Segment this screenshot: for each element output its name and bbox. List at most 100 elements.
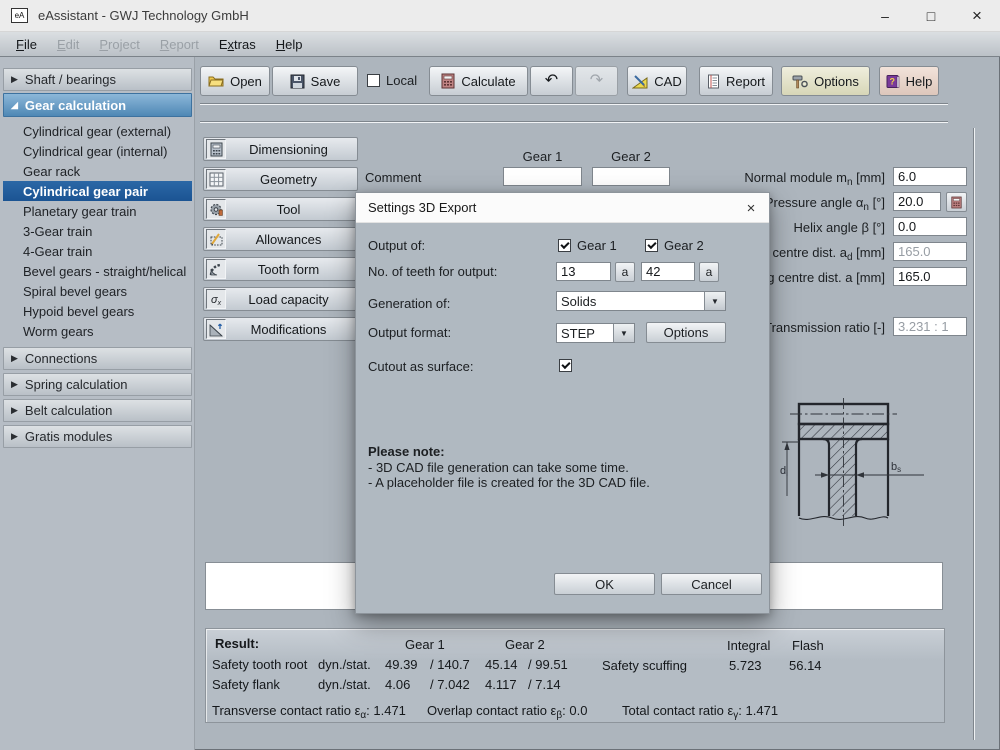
result-value: 5.723 — [729, 658, 762, 673]
sidebar-section-belt-calculation[interactable]: ▶ Belt calculation — [3, 399, 192, 422]
sidebar-section-connections[interactable]: ▶ Connections — [3, 347, 192, 370]
open-folder-icon — [208, 74, 224, 88]
teeth-gear1-input[interactable] — [556, 262, 611, 281]
calculator-icon — [951, 196, 962, 209]
help-button[interactable]: ? Help — [879, 66, 939, 96]
sidebar-section-spring-calculation[interactable]: ▶ Spring calculation — [3, 373, 192, 396]
cutout-as-surface-label: Cutout as surface: — [368, 359, 474, 374]
result-value: / 7.042 — [430, 677, 470, 692]
result-value: 56.14 — [789, 658, 822, 673]
chevron-right-icon: ▶ — [11, 431, 18, 442]
chevron-down-icon[interactable]: ▼ — [704, 292, 725, 310]
teeth-gear2-auto-button[interactable]: a — [699, 262, 719, 282]
note-line-1: - 3D CAD file generation can take some t… — [368, 460, 629, 475]
generation-dropdown[interactable]: Solids ▼ — [556, 291, 726, 311]
pressure-angle-calc-button[interactable] — [946, 192, 967, 212]
allowances-icon — [206, 229, 226, 249]
result-value: 4.06 — [385, 677, 410, 692]
cancel-button[interactable]: Cancel — [661, 573, 762, 595]
dialog-close-icon[interactable]: × — [733, 193, 769, 223]
sidebar-item-spiral-bevel-gears[interactable]: Spiral bevel gears — [3, 281, 192, 301]
result-value: / 7.14 — [528, 677, 561, 692]
sidebar-item-cylindrical-gear-pair[interactable]: Cylindrical gear pair — [3, 181, 192, 201]
chevron-right-icon: ▶ — [11, 353, 18, 364]
results-scuffing-label: Safety scuffing — [602, 658, 687, 673]
results-col-gear2: Gear 2 — [505, 637, 545, 652]
chevron-expanded-icon: ◢ — [11, 100, 18, 111]
pressure-angle-input[interactable] — [893, 192, 941, 211]
open-button[interactable]: Open — [200, 66, 270, 96]
sidebar-item-cylindrical-gear-internal[interactable]: Cylindrical gear (internal) — [3, 141, 192, 161]
results-col-integral: Integral — [727, 638, 770, 653]
chevron-down-icon[interactable]: ▼ — [613, 324, 634, 342]
report-button[interactable]: Report — [699, 66, 773, 96]
chevron-right-icon: ▶ — [11, 405, 18, 416]
teeth-gear2-input[interactable] — [641, 262, 695, 281]
menu-file[interactable]: File — [6, 35, 47, 54]
tool-button[interactable]: Tool — [203, 197, 358, 221]
format-options-button[interactable]: Options — [646, 322, 726, 343]
svg-text:σx: σx — [211, 294, 222, 307]
tool-gear-icon — [206, 199, 226, 219]
ok-button[interactable]: OK — [554, 573, 655, 595]
sidebar-section-gratis-modules[interactable]: ▶ Gratis modules — [3, 425, 192, 448]
sidebar-item-4-gear-train[interactable]: 4-Gear train — [3, 241, 192, 261]
sidebar-section-gear-calculation[interactable]: ◢ Gear calculation — [3, 93, 192, 117]
tooth-form-button[interactable]: Tooth form — [203, 257, 358, 281]
overlap-contact-ratio: Overlap contact ratio εβ: 0.0 — [427, 703, 587, 721]
menu-extras[interactable]: Extras — [209, 35, 266, 54]
dimension-bs-label: bs — [891, 461, 901, 474]
chevron-right-icon: ▶ — [11, 74, 18, 85]
teeth-output-label: No. of teeth for output: — [368, 264, 497, 279]
modifications-icon — [206, 319, 226, 339]
geometry-button[interactable]: Geometry — [203, 167, 358, 191]
normal-module-label: Normal module mn [mm] — [500, 170, 885, 188]
report-document-icon — [707, 74, 720, 89]
load-capacity-sigma-icon: σx — [206, 289, 226, 309]
normal-module-input[interactable] — [893, 167, 967, 186]
sidebar-item-3-gear-train[interactable]: 3-Gear train — [3, 221, 192, 241]
save-button[interactable]: Save — [272, 66, 358, 96]
cad-button[interactable]: CAD — [627, 66, 687, 96]
teeth-gear1-auto-button[interactable]: a — [615, 262, 635, 282]
results-row-label: Safety flank — [212, 677, 280, 692]
sidebar-item-worm-gears[interactable]: Worm gears — [3, 321, 192, 341]
undo-button[interactable]: ↶ — [530, 66, 573, 96]
working-centre-dist-input[interactable] — [893, 267, 967, 286]
sidebar-item-bevel-gears[interactable]: Bevel gears - straight/helical — [3, 261, 192, 281]
gear2-checkbox-label: Gear 2 — [664, 238, 704, 253]
gear1-checkbox[interactable] — [558, 239, 571, 252]
sidebar-item-cylindrical-gear-external[interactable]: Cylindrical gear (external) — [3, 121, 192, 141]
menu-help[interactable]: Help — [266, 35, 313, 54]
output-format-dropdown[interactable]: STEP ▼ — [556, 323, 635, 343]
maximize-button[interactable]: □ — [908, 0, 954, 32]
sidebar-item-hypoid-bevel-gears[interactable]: Hypoid bevel gears — [3, 301, 192, 321]
result-value: 49.39 — [385, 657, 418, 672]
menu-edit: Edit — [47, 35, 89, 54]
sidebar-section-shaft-bearings[interactable]: ▶ Shaft / bearings — [3, 68, 192, 91]
local-checkbox-label: Local — [386, 73, 417, 88]
allowances-button[interactable]: Allowances — [203, 227, 358, 251]
note-line-2: - A placeholder file is created for the … — [368, 475, 650, 490]
window-title: eAssistant - GWJ Technology GmbH — [38, 8, 249, 23]
total-contact-ratio: Total contact ratio εγ: 1.471 — [622, 703, 778, 721]
sidebar-item-planetary-gear-train[interactable]: Planetary gear train — [3, 201, 192, 221]
close-button[interactable]: × — [954, 0, 1000, 32]
load-capacity-button[interactable]: σx Load capacity — [203, 287, 358, 311]
app-icon: eA — [11, 8, 28, 23]
calculator-icon — [441, 73, 455, 89]
options-button[interactable]: Options — [781, 66, 870, 96]
comment-label: Comment — [365, 170, 421, 185]
cutout-checkbox[interactable] — [559, 359, 572, 372]
results-col-gear1: Gear 1 — [405, 637, 445, 652]
results-row-label: Safety tooth root — [212, 657, 307, 672]
gear2-checkbox[interactable] — [645, 239, 658, 252]
dimensioning-button[interactable]: Dimensioning — [203, 137, 358, 161]
minimize-button[interactable]: – — [862, 0, 908, 32]
helix-angle-input[interactable] — [893, 217, 967, 236]
calculate-button[interactable]: Calculate — [429, 66, 528, 96]
sidebar-item-gear-rack[interactable]: Gear rack — [3, 161, 192, 181]
chevron-right-icon: ▶ — [11, 379, 18, 390]
local-checkbox[interactable] — [367, 74, 380, 87]
modifications-button[interactable]: Modifications — [203, 317, 358, 341]
